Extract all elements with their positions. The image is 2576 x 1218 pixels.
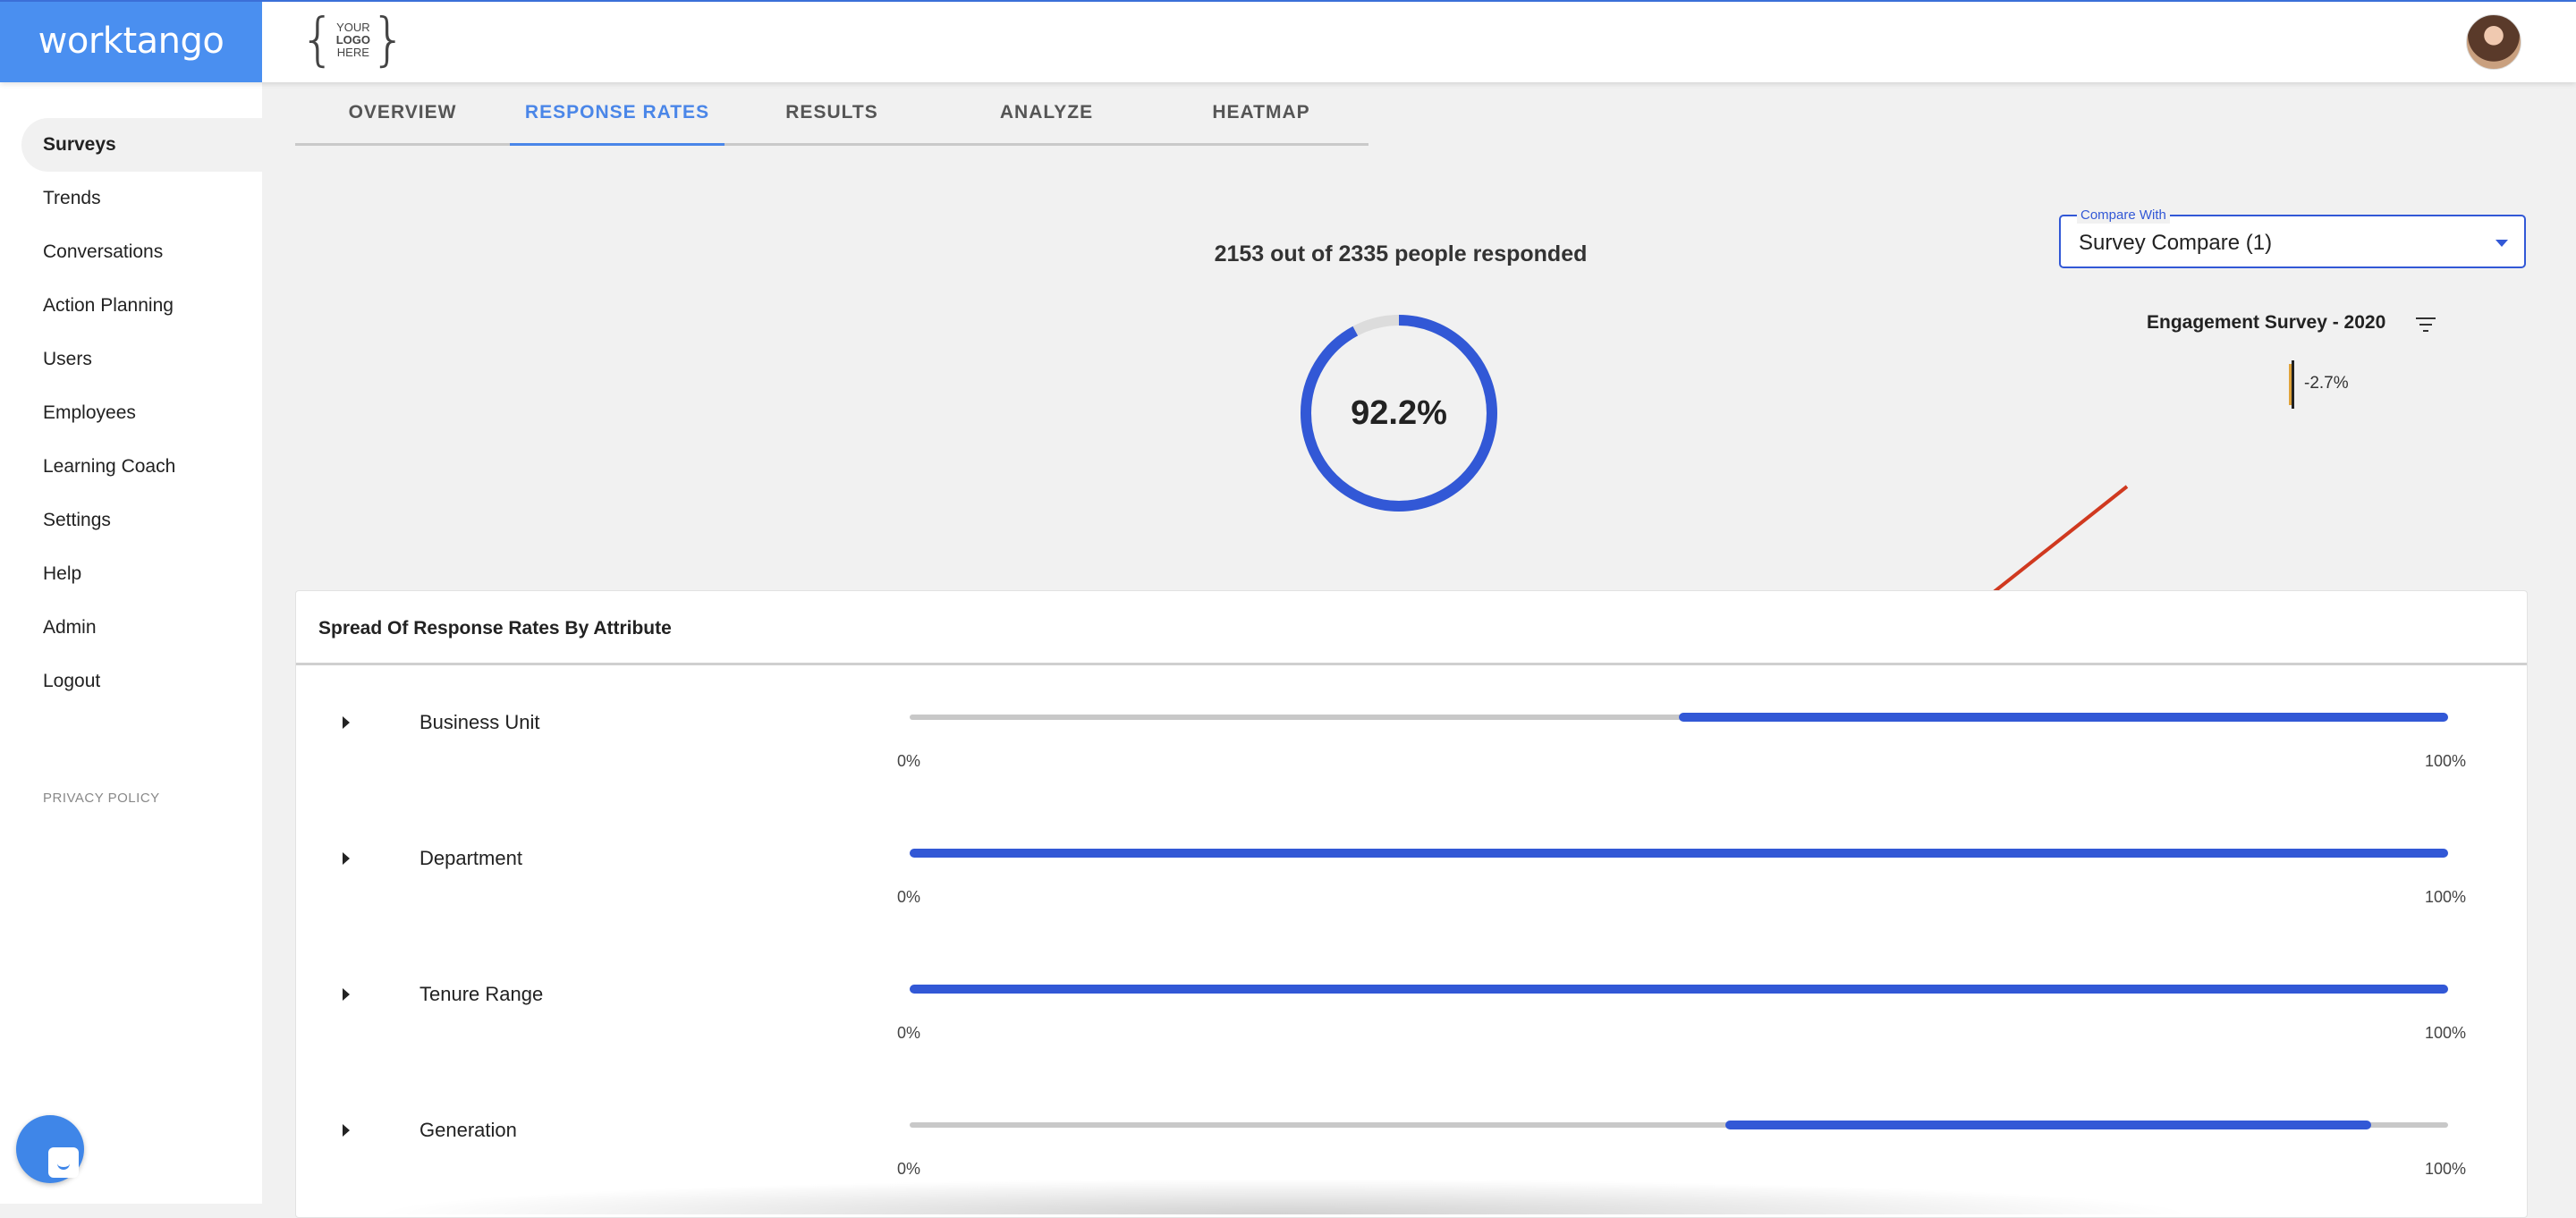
range-max-label: 100% xyxy=(2425,1024,2467,1042)
range-max-label: 100% xyxy=(2425,752,2467,770)
expand-caret-icon[interactable] xyxy=(343,988,350,1001)
brand-name: worktango xyxy=(38,21,225,62)
tab-response-rates[interactable]: RESPONSE RATES xyxy=(510,82,724,146)
attribute-row[interactable]: Business Unit 0% 100% xyxy=(296,681,2527,788)
logo-text-bottom: HERE xyxy=(336,46,369,59)
top-accent-line xyxy=(0,0,2576,2)
compare-with-select[interactable]: Compare With Survey Compare (1) xyxy=(2059,207,2526,268)
brace-left-icon: { xyxy=(300,7,336,73)
expand-caret-icon[interactable] xyxy=(343,852,350,865)
sidebar-item-employees[interactable]: Employees xyxy=(21,386,263,440)
expand-caret-icon[interactable] xyxy=(343,1124,350,1137)
delta-indicator-bar xyxy=(2289,360,2294,409)
engagement-survey-title: Engagement Survey - 2020 xyxy=(2147,312,2386,333)
attribute-label: Tenure Range xyxy=(419,983,544,1005)
company-logo-placeholder: { YOUR LOGO HERE } xyxy=(300,7,407,73)
app-header: worktango { YOUR LOGO HERE } xyxy=(0,0,2576,82)
brand-logo[interactable]: worktango xyxy=(0,0,262,82)
tab-bar: OVERVIEW RESPONSE RATES RESULTS ANALYZE … xyxy=(295,82,1368,146)
tab-analyze[interactable]: ANALYZE xyxy=(939,82,1154,143)
sidebar-item-trends[interactable]: Trends xyxy=(21,172,263,225)
chat-bubble-icon xyxy=(48,1147,79,1178)
sidebar-item-conversations[interactable]: Conversations xyxy=(21,225,263,279)
bottom-shadow xyxy=(367,1179,2200,1214)
sidebar-item-logout[interactable]: Logout xyxy=(21,655,263,708)
range-track xyxy=(910,713,2448,722)
range-max-label: 100% xyxy=(2425,1160,2467,1178)
range-fill xyxy=(1724,1121,2371,1129)
delta-value: -2.7% xyxy=(2304,374,2349,393)
response-rate-value: 92.2% xyxy=(1351,394,1447,432)
sidebar-item-users[interactable]: Users xyxy=(21,333,263,386)
user-avatar[interactable] xyxy=(2466,14,2521,70)
caret-down-icon xyxy=(2496,240,2508,247)
range-fill xyxy=(910,985,2448,994)
range-max-label: 100% xyxy=(2425,888,2467,906)
range-fill xyxy=(910,849,2448,858)
spread-card-title: Spread Of Response Rates By Attribute xyxy=(318,618,672,639)
range-fill xyxy=(1679,713,2448,722)
chat-button[interactable] xyxy=(16,1115,84,1183)
privacy-policy-link[interactable]: PRIVACY POLICY xyxy=(43,791,160,806)
attribute-label: Business Unit xyxy=(419,711,540,733)
sidebar-item-settings[interactable]: Settings xyxy=(21,494,263,547)
logo-text-top: YOUR xyxy=(336,21,370,34)
range-track xyxy=(910,1121,2448,1129)
logo-text: YOUR LOGO HERE xyxy=(336,21,370,59)
range-track xyxy=(910,985,2448,994)
attribute-row[interactable]: Tenure Range 0% 100% xyxy=(296,952,2527,1060)
logo-text-mid: LOGO xyxy=(335,33,370,47)
brace-right-icon: } xyxy=(370,7,407,73)
range-min-label: 0% xyxy=(897,1024,921,1042)
responded-summary: 2153 out of 2335 people responded xyxy=(1214,241,1588,266)
compare-with-value: Survey Compare (1) xyxy=(2079,231,2273,255)
sidebar-item-surveys[interactable]: Surveys xyxy=(21,118,263,172)
response-rate-donut: 92.2% xyxy=(1301,315,1497,512)
attribute-label: Department xyxy=(419,847,522,869)
compare-with-label: Compare With xyxy=(2077,207,2170,224)
sidebar: Surveys Trends Conversations Action Plan… xyxy=(0,82,263,1204)
spread-card: Spread Of Response Rates By Attribute Bu… xyxy=(295,590,2528,1218)
sidebar-item-admin[interactable]: Admin xyxy=(21,601,263,655)
attribute-row[interactable]: Department 0% 100% xyxy=(296,816,2527,924)
sidebar-item-learning-coach[interactable]: Learning Coach xyxy=(21,440,263,494)
card-divider xyxy=(296,663,2527,665)
sidebar-item-help[interactable]: Help xyxy=(21,547,263,601)
attribute-label: Generation xyxy=(419,1119,517,1141)
range-min-label: 0% xyxy=(897,752,921,770)
range-track xyxy=(910,849,2448,858)
range-min-label: 0% xyxy=(897,1160,921,1178)
filter-icon[interactable] xyxy=(2415,316,2436,334)
tab-results[interactable]: RESULTS xyxy=(724,82,939,143)
expand-caret-icon[interactable] xyxy=(343,716,350,729)
sidebar-item-action-planning[interactable]: Action Planning xyxy=(21,279,263,333)
tab-heatmap[interactable]: HEATMAP xyxy=(1154,82,1368,143)
tab-overview[interactable]: OVERVIEW xyxy=(295,82,510,143)
range-min-label: 0% xyxy=(897,888,921,906)
